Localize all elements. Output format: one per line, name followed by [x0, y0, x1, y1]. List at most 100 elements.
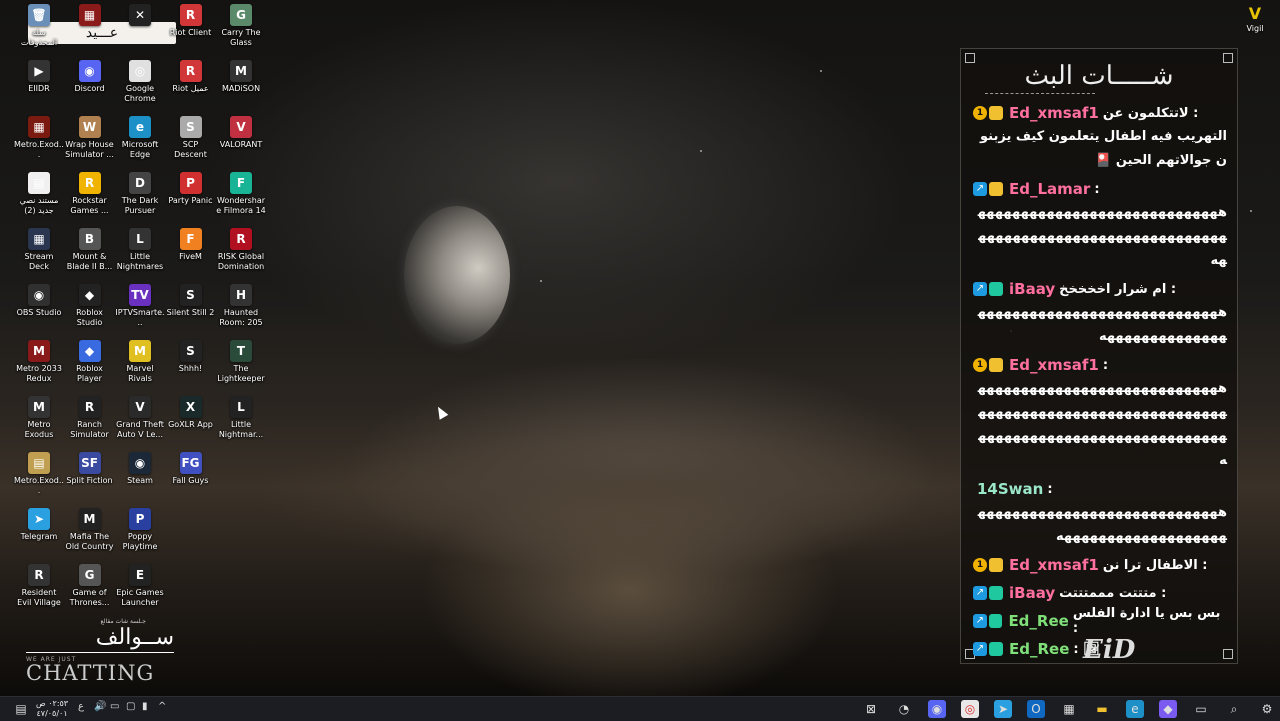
star: [700, 150, 702, 152]
chat-message-header: ↗ Ed_Ree بس بس يا ادارة الفلس :: [973, 606, 1227, 636]
desktop-icon[interactable]: R Rockstar Games ...: [65, 170, 115, 216]
desktop-icon[interactable]: M Metro 2033 Redux: [14, 338, 64, 384]
language-indicator[interactable]: ع: [78, 701, 84, 712]
desktop-icon[interactable]: P Poppy Playtime: [115, 506, 165, 552]
notifications-icon[interactable]: ▤: [12, 700, 30, 718]
chat-username[interactable]: Ed_Ree: [1009, 640, 1069, 658]
desktop-icon[interactable]: E Epic Games Launcher: [115, 562, 165, 608]
desktop-icon[interactable]: ▶ EIIDR: [14, 58, 64, 94]
chat-username[interactable]: Ed_Lamar: [1009, 180, 1090, 198]
desktop-icon[interactable]: R RISK Global Domination: [216, 226, 266, 272]
app-icon: X: [179, 396, 202, 418]
desktop-icon[interactable]: ◆ Roblox Player: [65, 338, 115, 384]
desktop-icon[interactable]: V Grand Theft Auto V Le...: [115, 394, 165, 440]
desktop-icon[interactable]: R Resident Evil Village: [14, 562, 64, 608]
taskbar-clock[interactable]: ٠٢:٥٣ ص ٤٧/٠٥/٠١: [36, 699, 68, 719]
desktop-icon[interactable]: ▤ مستند نصي جديد (2): [14, 170, 64, 216]
desktop-icon-label: Mafia The Old Country: [65, 532, 114, 551]
app-icon: S: [179, 284, 202, 306]
overlay-arabic-title: ســوالف: [95, 625, 174, 650]
chat-username[interactable]: Ed_xmsaf1: [1009, 356, 1099, 374]
desktop-icon-label: Resident Evil Village: [17, 588, 61, 607]
desktop-icon[interactable]: W Wrap House Simulator ...: [65, 114, 115, 160]
microphone-icon[interactable]: ▮: [142, 701, 148, 712]
crown-badge-icon: [989, 106, 1003, 120]
desktop-icon[interactable]: R Ranch Simulator: [65, 394, 115, 440]
desktop-icon[interactable]: X GoXLR App: [166, 394, 216, 430]
desktop-icon[interactable]: L Little Nightmar...: [216, 394, 266, 440]
desktop-icon[interactable]: F Wondershare Filmora 14: [216, 170, 266, 216]
desktop-icon[interactable]: R Riot Client: [166, 2, 216, 38]
chat-username[interactable]: Ed_xmsaf1: [1009, 104, 1099, 122]
desktop-icon[interactable]: M Metro Exodus: [14, 394, 64, 440]
desktop-icon[interactable]: G Game of Thrones...: [65, 562, 115, 608]
desktop-icon[interactable]: V VALORANT: [216, 114, 266, 150]
desktop-icon[interactable]: D The Dark Pursuer: [115, 170, 165, 216]
discord-icon[interactable]: ◉: [928, 700, 946, 718]
desktop-icon-label: سلة المحذوفات: [20, 28, 58, 47]
desktop-icon[interactable]: ▦ Metro.Exod...: [14, 114, 64, 160]
desktop-icon-label: VALORANT: [219, 140, 263, 149]
desktop-icon[interactable]: ◉ Discord: [65, 58, 115, 94]
chat-message-body: التهريب فيه اطفال يتعلمون كيف يزبنون جوا…: [980, 129, 1227, 168]
desktop-icon[interactable]: ◎ Google Chrome: [115, 58, 165, 104]
volume-icon[interactable]: 🔊: [94, 701, 106, 712]
desktop-icon[interactable]: L Little Nightmares: [115, 226, 165, 272]
chat-inline-text: :: [1094, 181, 1100, 197]
desktop-icon[interactable]: T The Lightkeeper: [216, 338, 266, 384]
desktop-icon[interactable]: M Marvel Rivals: [115, 338, 165, 384]
xbox-icon[interactable]: ⊠: [862, 700, 880, 718]
display-icon[interactable]: ▢: [126, 701, 135, 712]
desktop-icon[interactable]: F FiveM: [166, 226, 216, 262]
chevron-up-icon[interactable]: ^: [158, 701, 166, 712]
desktop-icon[interactable]: ▦: [65, 2, 115, 28]
desktop-icon[interactable]: e Microsoft Edge: [115, 114, 165, 160]
search-icon[interactable]: ⌕: [1225, 700, 1243, 718]
desktop-icon[interactable]: H Haunted Room: 205: [216, 282, 266, 328]
chat-username[interactable]: iBaay: [1009, 280, 1055, 298]
desktop-icon[interactable]: M MADiSON: [216, 58, 266, 94]
app-icon: V: [129, 396, 151, 418]
desktop-icon[interactable]: S Silent Still 2: [166, 282, 216, 318]
desktop-icon[interactable]: G Carry The Glass: [216, 2, 266, 48]
desktop-icon[interactable]: R Riot عميل: [166, 58, 216, 94]
desktop-icon[interactable]: M Mafia The Old Country: [65, 506, 115, 552]
desktop-icon[interactable]: ◉ Steam: [115, 450, 165, 486]
obs-icon[interactable]: ◔: [895, 700, 913, 718]
chat-message-body: هههههههههههههههههههههههههههههههههههههههه…: [977, 505, 1227, 544]
desktop-icon[interactable]: FG Fall Guys: [166, 450, 216, 486]
dune: [420, 470, 840, 696]
desktop-icon[interactable]: B Mount & Blade II B...: [65, 226, 115, 272]
arrow-badge-icon: ↗: [973, 182, 987, 196]
chrome-icon[interactable]: ◎: [961, 700, 979, 718]
desktop-icon[interactable]: ✕: [115, 2, 165, 28]
chat-username[interactable]: Ed_Ree: [1008, 612, 1068, 630]
chat-message: 1 Ed_xmsaf1: ههههههههههههههههههههههههههههه…: [973, 353, 1227, 473]
task-view-icon[interactable]: ▭: [1192, 700, 1210, 718]
telegram-icon[interactable]: ➤: [994, 700, 1012, 718]
chat-username[interactable]: iBaay: [1009, 584, 1055, 602]
outlook-icon[interactable]: O: [1027, 700, 1045, 718]
chat-username[interactable]: 14Swan: [977, 480, 1043, 498]
store-icon[interactable]: ▦: [1060, 700, 1078, 718]
desktop-icon[interactable]: ◆ Roblox Studio: [65, 282, 115, 328]
app-icon: ◉: [78, 60, 101, 82]
desktop-icon[interactable]: ◉ OBS Studio: [14, 282, 64, 318]
desktop-icon[interactable]: P Party Panic: [166, 170, 216, 206]
desktop-icon[interactable]: TV IPTVSmarte...: [115, 282, 165, 328]
desktop-icon-vigil[interactable]: V Vigil: [1240, 4, 1270, 33]
desktop-icon[interactable]: 🗑 سلة المحذوفات: [14, 2, 64, 48]
desktop-icon[interactable]: SF Split Fiction: [65, 450, 115, 486]
desktop-icon[interactable]: ▦ Stream Deck: [14, 226, 64, 272]
start-icon[interactable]: ⚙: [1258, 700, 1276, 718]
file-explorer-icon[interactable]: ▬: [1093, 700, 1111, 718]
copilot-icon[interactable]: ◆: [1159, 700, 1177, 718]
app-icon: V: [230, 116, 252, 138]
desktop-icon[interactable]: ➤ Telegram: [14, 506, 64, 542]
chat-username[interactable]: Ed_xmsaf1: [1009, 556, 1099, 574]
desktop-icon[interactable]: S Shhh!: [166, 338, 216, 374]
desktop-icon[interactable]: ▤ Metro.Exod...: [14, 450, 64, 496]
edge-icon[interactable]: e: [1126, 700, 1144, 718]
desktop-icon[interactable]: S SCP Descent: [166, 114, 216, 160]
network-icon[interactable]: ▭: [110, 701, 119, 712]
